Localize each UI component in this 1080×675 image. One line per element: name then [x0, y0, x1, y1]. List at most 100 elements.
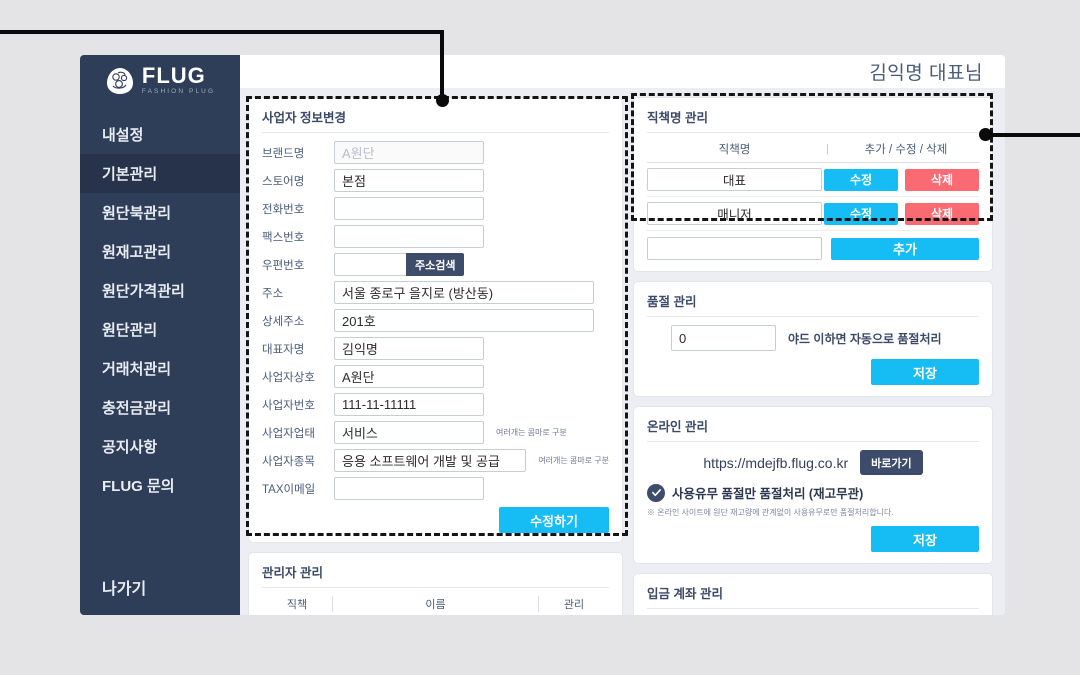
business-field-label-3: 팩스번호 — [262, 231, 305, 244]
account-card: 입금 계좌 관리 우리은행1005-503-509623주식회사 멋들어진포함삭… — [633, 573, 993, 615]
online-actions: 저장 — [647, 526, 979, 552]
business-field-input-3[interactable] — [334, 225, 484, 248]
business-field-input-9[interactable]: 111-11-11111 — [334, 393, 484, 416]
business-field-input-5[interactable]: 서울 종로구 을지로 (방산동) — [334, 281, 594, 304]
business-field-row-3: 팩스번호 — [262, 225, 609, 248]
sidebar-item-0[interactable]: 내설정 — [80, 115, 240, 154]
manager-card: 관리자 관리 직책 이름 관리 — [248, 552, 623, 615]
role-new-input[interactable] — [647, 237, 822, 260]
online-url-row: https://mdejfb.flug.co.kr 바로가기 — [647, 450, 979, 475]
account-card-title: 입금 계좌 관리 — [647, 583, 979, 609]
role-add-row: 추가 — [647, 231, 979, 260]
role-row-actions-1: 수정 삭제 — [822, 202, 979, 225]
business-field-input-0[interactable]: A원단 — [334, 141, 484, 164]
manager-col-name: 이름 — [425, 599, 446, 611]
business-field-input-1[interactable]: 본점 — [334, 169, 484, 192]
role-name-input-0[interactable]: 대표 — [647, 168, 822, 191]
role-edit-button-0[interactable]: 수정 — [824, 168, 898, 191]
role-delete-button-0[interactable]: 삭제 — [905, 168, 979, 191]
logout-button[interactable]: 나가기 — [102, 575, 146, 599]
role-col-separator: | — [826, 143, 829, 155]
business-field-row-7: 대표자명 김익명 — [262, 337, 609, 360]
stock-threshold-input[interactable]: 0 — [671, 325, 776, 351]
role-add-button[interactable]: 추가 — [831, 237, 979, 260]
app-window: FLUG FASHION PLUG 내설정 기본관리 원단북관리 원재고관리 원단가격관… — [80, 55, 1005, 615]
business-field-input-8[interactable]: A원단 — [334, 365, 484, 388]
sidebar-item-8[interactable]: 공지사항 — [80, 427, 240, 466]
business-field-label-9: 사업자번호 — [262, 399, 315, 412]
role-name-input-1[interactable]: 매니저 — [647, 202, 822, 225]
dashboard-board: 사업자 정보변경 브랜드명 A원단 스토어명 본점 전화번호 팩스번호 우편번호 주소검색 주소… — [240, 89, 1005, 615]
business-field-label-11: 사업자종목 — [262, 455, 315, 468]
manager-col-role: 직책 — [286, 599, 308, 611]
current-user-label: 김익명 대표님 — [869, 63, 983, 84]
sidebar-item-7[interactable]: 충전금관리 — [80, 388, 240, 427]
online-card: 온라인 관리 https://mdejfb.flug.co.kr 바로가기 사용… — [633, 406, 993, 564]
manager-col-manage: 관리 — [563, 599, 585, 611]
business-field-input-6[interactable]: 201호 — [334, 309, 594, 332]
role-card-title: 직책명 관리 — [647, 107, 979, 133]
topbar: 김익명 대표님 — [240, 55, 1005, 89]
online-checkbox-row[interactable]: 사용유무 품절만 품절처리 (재고무관) — [647, 483, 979, 502]
business-field-label-7: 대표자명 — [262, 343, 305, 356]
stock-card-title: 품절 관리 — [647, 291, 979, 317]
sidebar-item-5[interactable]: 원단관리 — [80, 310, 240, 349]
business-field-label-0: 브랜드명 — [262, 147, 305, 160]
business-field-row-0: 브랜드명 A원단 — [262, 141, 609, 164]
business-field-row-1: 스토어명 본점 — [262, 169, 609, 192]
business-field-row-10: 사업자업태 서비스 여러개는 콤마로 구분 — [262, 421, 609, 444]
stock-save-button[interactable]: 저장 — [871, 359, 979, 385]
sidebar-item-2[interactable]: 원단북관리 — [80, 193, 240, 232]
business-field-input-12[interactable] — [334, 477, 484, 500]
role-row: 대표 수정 삭제 — [647, 163, 979, 197]
manager-table-header: 직책 이름 관리 — [262, 596, 609, 615]
check-circle-icon[interactable] — [647, 483, 665, 502]
logo-main-text: FLUG — [141, 63, 206, 89]
online-save-button[interactable]: 저장 — [871, 526, 979, 552]
online-url-text: https://mdejfb.flug.co.kr — [703, 454, 849, 471]
business-submit-button[interactable]: 수정하기 — [499, 507, 609, 533]
sidebar: FLUG FASHION PLUG 내설정 기본관리 원단북관리 원재고관리 원단가격관… — [80, 55, 240, 615]
left-column: 사업자 정보변경 브랜드명 A원단 스토어명 본점 전화번호 팩스번호 우편번호 주소검색 주소… — [248, 97, 623, 615]
business-field-label-8: 사업자상호 — [262, 371, 315, 384]
role-row: 매니저 수정 삭제 — [647, 197, 979, 231]
manager-card-title: 관리자 관리 — [262, 562, 609, 588]
role-col-name: 직책명 — [718, 144, 751, 156]
business-field-row-6: 상세주소 201호 — [262, 309, 609, 332]
business-field-input-4[interactable] — [334, 253, 406, 276]
business-field-input-7[interactable]: 김익명 — [334, 337, 484, 360]
business-field-input-10[interactable]: 서비스 — [334, 421, 484, 444]
sidebar-item-4[interactable]: 원단가격관리 — [80, 271, 240, 310]
business-field-label-5: 주소 — [262, 287, 284, 300]
role-table-rows: 대표 수정 삭제 매니저 수정 삭제 — [647, 163, 979, 231]
business-info-actions: 수정하기 — [262, 507, 609, 533]
business-field-hint-10: 여러개는 콤마로 구분 — [496, 428, 567, 437]
business-field-hint-11: 여러개는 콤마로 구분 — [538, 456, 609, 465]
business-field-input-2[interactable] — [334, 197, 484, 220]
business-field-input-11[interactable]: 응용 소프트웨어 개발 및 공급 — [334, 449, 527, 472]
online-go-button[interactable]: 바로가기 — [860, 450, 923, 475]
role-delete-button-1[interactable]: 삭제 — [905, 202, 979, 225]
business-field-label-6: 상세주소 — [262, 315, 305, 328]
sidebar-item-6[interactable]: 거래처관리 — [80, 349, 240, 388]
role-row-actions-0: 수정 삭제 — [822, 168, 979, 191]
content-area: 김익명 대표님 사업자 정보변경 브랜드명 A원단 스토어명 본점 전화번호 팩스번호 우편… — [240, 55, 1005, 615]
business-field-row-4: 우편번호 주소검색 — [262, 253, 609, 276]
business-field-row-8: 사업자상호 A원단 — [262, 365, 609, 388]
online-note: ※ 온라인 사이트에 원단 재고량에 관계없이 사용유무로만 품절처리합니다. — [647, 508, 894, 517]
role-edit-button-1[interactable]: 수정 — [824, 202, 898, 225]
role-col-actions: 추가 / 수정 / 삭제 — [864, 144, 948, 156]
business-field-row-2: 전화번호 — [262, 197, 609, 220]
stock-actions: 저장 — [647, 359, 979, 385]
sidebar-item-3[interactable]: 원재고관리 — [80, 232, 240, 271]
business-field-label-4: 우편번호 — [262, 259, 305, 272]
address-search-button[interactable]: 주소검색 — [406, 253, 465, 276]
business-field-label-12: TAX이메일 — [262, 483, 316, 496]
business-field-label-1: 스토어명 — [262, 175, 305, 188]
brand-logo[interactable]: FLUG FASHION PLUG — [80, 55, 240, 100]
flug-emblem-icon — [105, 66, 135, 96]
business-field-label-10: 사업자업태 — [262, 427, 315, 440]
sidebar-item-1[interactable]: 기본관리 — [80, 154, 240, 193]
sidebar-item-9[interactable]: FLUG 문의 — [80, 466, 240, 505]
role-card: 직책명 관리 직책명 | 추가 / 수정 / 삭제 대표 수정 삭제 매니저 수정 삭제 … — [633, 97, 993, 272]
